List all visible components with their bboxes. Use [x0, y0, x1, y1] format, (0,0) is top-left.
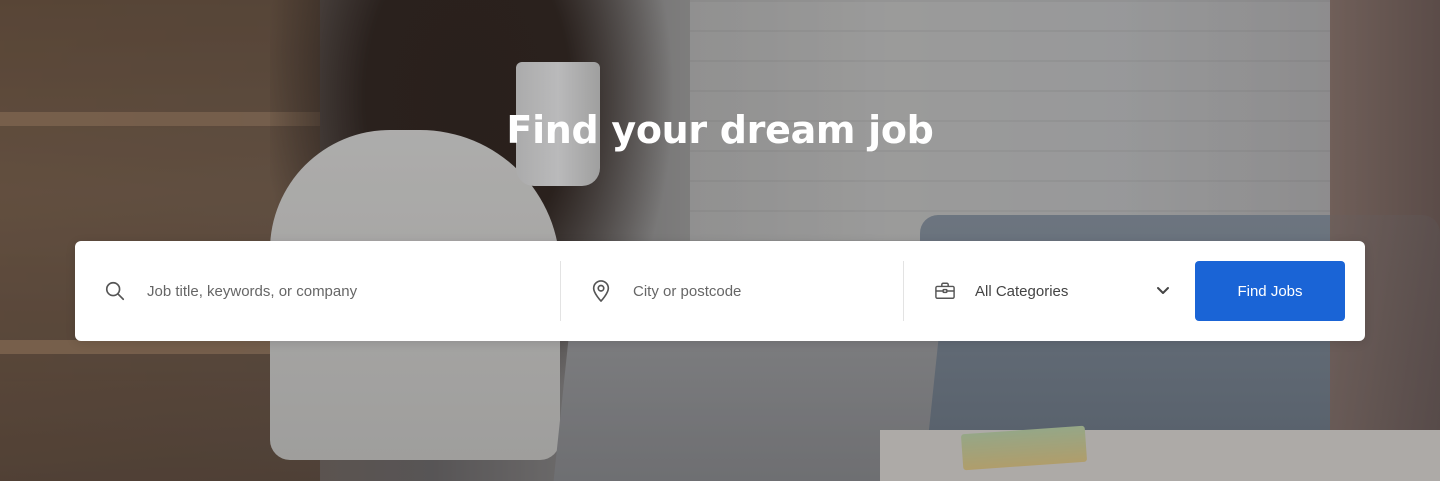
location-pin-icon	[589, 279, 613, 303]
field-divider	[560, 261, 561, 321]
location-input[interactable]	[631, 281, 889, 301]
briefcase-icon	[933, 279, 957, 303]
chevron-down-icon[interactable]	[1153, 281, 1173, 301]
job-search-form: All Categories Find Jobs	[75, 241, 1365, 341]
find-jobs-button[interactable]: Find Jobs	[1195, 261, 1345, 321]
hero-banner: Find your dream job Job title, keywords,…	[0, 0, 1440, 481]
category-selected-value: All Categories	[975, 282, 1069, 300]
location-field	[589, 261, 889, 321]
search-icon	[103, 279, 127, 303]
keyword-input[interactable]	[145, 281, 559, 301]
keyword-field	[103, 261, 559, 321]
page-title: Find your dream job	[506, 108, 934, 152]
field-divider	[903, 261, 904, 321]
category-select[interactable]: All Categories	[933, 261, 1173, 321]
